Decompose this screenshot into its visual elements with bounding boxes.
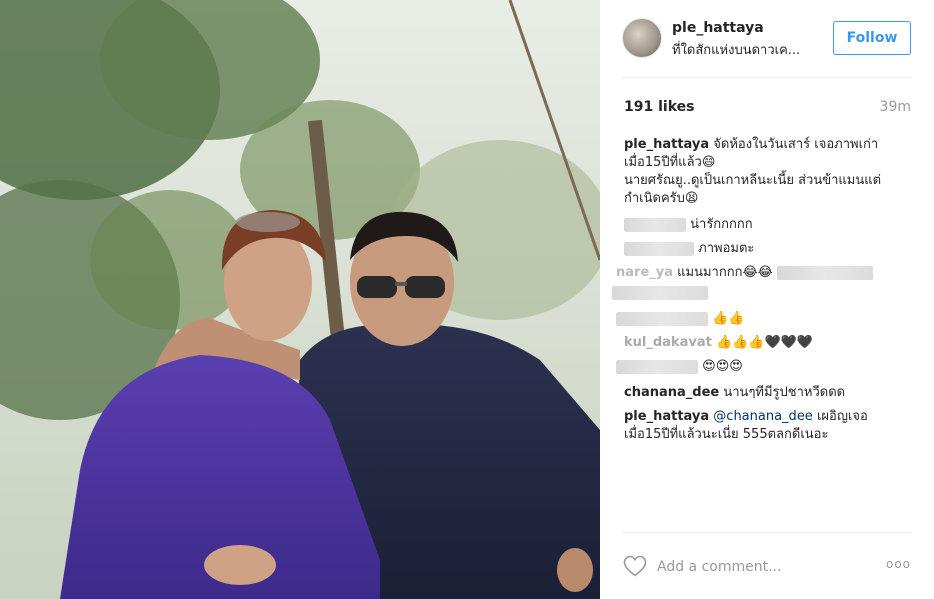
more-options-icon[interactable]: ooo (886, 557, 911, 571)
comment-username[interactable]: chanana_dee (624, 385, 719, 400)
caption-line: นายศรัณยู..ดูเป็นเกาหลีนะเนี้ย ส่วนข้าแม… (624, 173, 882, 188)
avatar[interactable] (622, 18, 662, 58)
post-time[interactable]: 39m (880, 99, 911, 115)
comment: chanana_dee นานๆทีมีรูปชาหวีดดด (624, 384, 845, 402)
heart-icon[interactable] (623, 555, 647, 577)
redacted-username (624, 217, 686, 232)
comment-mention[interactable]: @chanana_dee (713, 409, 813, 424)
comment-text: 👍👍👍🖤🖤🖤 (711, 335, 814, 350)
post-location[interactable]: ที่ใดสักแห่งบนดาวเค... (672, 39, 822, 60)
comment-text: 👍👍 (712, 311, 745, 326)
follow-button[interactable]: Follow (833, 21, 911, 55)
comment: ภาพอมตะ (624, 240, 754, 258)
comment-text: นานๆทีมีรูปชาหวีดดด (719, 385, 846, 400)
comment: น่ารักกกกก (624, 216, 753, 234)
comment: 👍👍 (616, 310, 745, 328)
redacted-username (616, 359, 698, 374)
caption-line: เมื่อ15ปีที่แล้ว😄 (624, 155, 716, 170)
comment-text: ภาพอมตะ (698, 241, 755, 256)
comment: kul_dakavat 👍👍👍🖤🖤🖤 (624, 334, 813, 352)
comment-text: 😍😍😍 (702, 359, 743, 374)
comment-username[interactable]: ple_hattaya (624, 409, 709, 424)
post-image (0, 0, 600, 599)
redacted-text (612, 285, 708, 300)
divider (622, 77, 912, 78)
comment: nare_ya แมนมากกก😂😂 (616, 264, 873, 282)
caption: ple_hattaya จัดห้องในวันเสาร์ เจอภาพเก่า (624, 136, 878, 154)
add-comment-input[interactable] (657, 558, 867, 576)
redacted-username (624, 241, 694, 256)
comment: ple_hattaya @chanana_dee เผอิญเจอ (624, 408, 868, 426)
comment-username[interactable]: nare_ya (616, 265, 673, 280)
likes-count[interactable]: 191 likes (624, 99, 694, 115)
comment-line: เมื่อ15ปีที่แล้วนะเนี่ย 555ตลกดีเนอะ (624, 427, 829, 442)
post-header: ple_hattaya ที่ใดสักแห่งบนดาวเค... Follo… (622, 18, 912, 60)
post-sidebar: ple_hattaya ที่ใดสักแห่งบนดาวเค... Follo… (600, 0, 934, 599)
comment-text: จัดห้องในวันเสาร์ เจอภาพเก่า (709, 137, 879, 152)
comment-text: น่ารักกกกก (690, 217, 753, 232)
caption-line: กำเนิดครับ😫 (624, 191, 699, 206)
redacted-username (616, 311, 708, 326)
comment-username[interactable]: ple_hattaya (624, 137, 709, 152)
comment-text: แมนมากกก😂😂 (673, 265, 773, 280)
comment-text: เผอิญเจอ (812, 409, 868, 424)
post-photo[interactable] (0, 0, 600, 599)
divider (622, 532, 912, 533)
comment-username[interactable]: kul_dakavat (624, 335, 712, 350)
comment (612, 284, 708, 302)
post-username[interactable]: ple_hattaya (672, 20, 764, 36)
comment: 😍😍😍 (616, 358, 743, 376)
redacted-text (777, 265, 873, 280)
